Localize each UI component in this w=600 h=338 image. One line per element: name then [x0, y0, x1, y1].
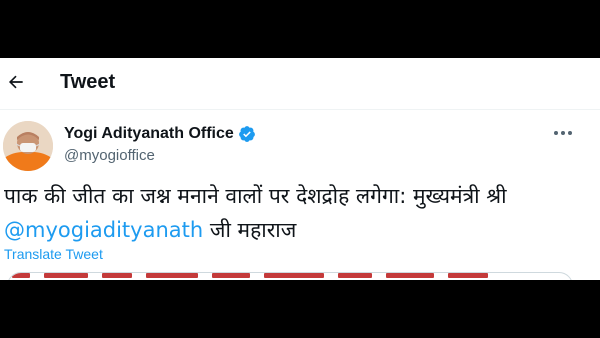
tweet-text-main: पाक की जीत का जश्न मनाने वालों पर देशद्र… [4, 184, 507, 208]
verified-badge-icon [238, 126, 255, 142]
display-name[interactable]: Yogi Adityanath Office [64, 125, 234, 143]
arrow-left-icon [8, 75, 23, 89]
translate-tweet-link[interactable]: Translate Tweet [4, 246, 103, 262]
page-title: Tweet [60, 71, 116, 93]
back-button[interactable] [4, 70, 28, 94]
media-card-preview [12, 273, 572, 280]
avatar[interactable] [3, 121, 53, 171]
more-options-button[interactable] [549, 122, 577, 144]
header-divider [0, 109, 600, 110]
header-bar: Tweet [0, 58, 600, 110]
media-card[interactable] [7, 272, 573, 280]
tweet-text-tail: जी महाराज [203, 218, 297, 242]
avatar-image [3, 121, 53, 171]
author-name-row: Yogi Adityanath Office [64, 125, 256, 143]
letterbox-bottom [0, 280, 600, 338]
tweet-body: पाक की जीत का जश्न मनाने वालों पर देशद्र… [4, 179, 596, 247]
tweet-screen: Tweet Yogi Adityanath Office @myogioffic… [0, 58, 600, 280]
author-handle[interactable]: @myogioffice [64, 147, 155, 164]
more-horizontal-icon [554, 131, 572, 135]
mention-link[interactable]: @myogiadityanath [4, 218, 203, 242]
letterbox-top [0, 0, 600, 58]
